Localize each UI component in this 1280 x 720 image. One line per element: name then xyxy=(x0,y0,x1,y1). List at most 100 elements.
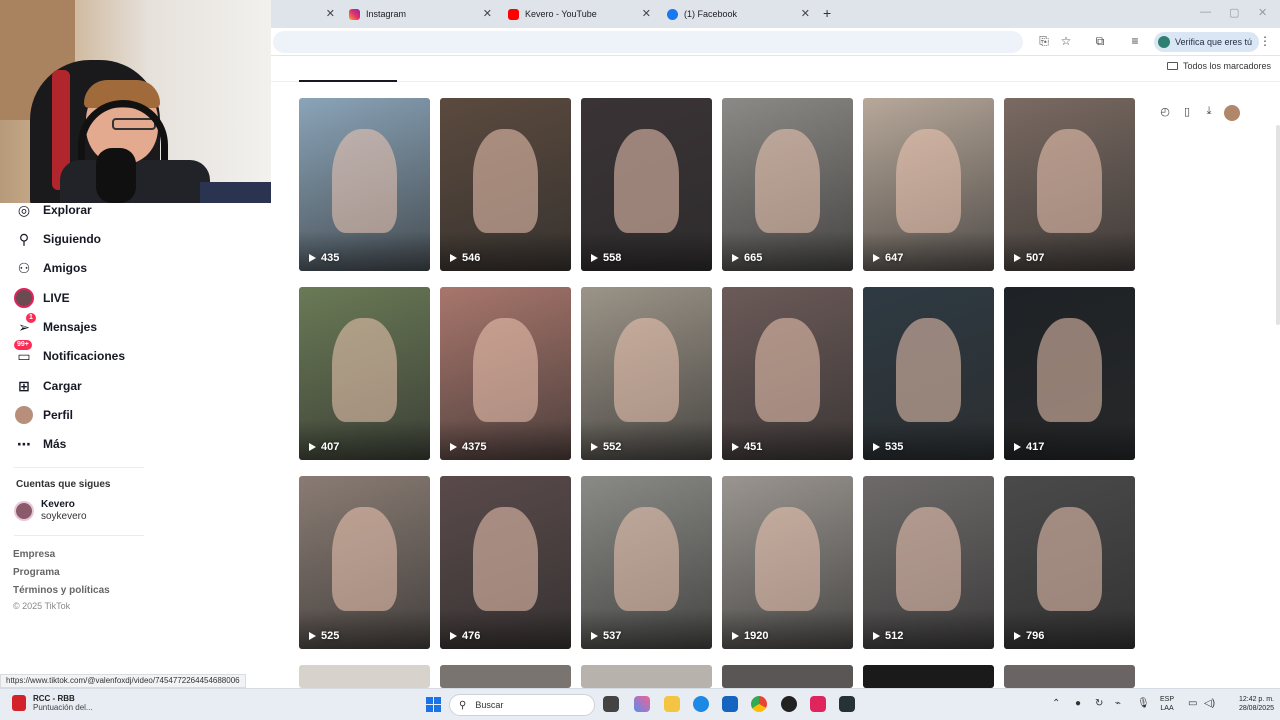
copilot-icon[interactable] xyxy=(634,696,650,712)
video-card[interactable] xyxy=(722,665,853,688)
video-card[interactable] xyxy=(863,665,994,688)
video-card[interactable]: 476 xyxy=(440,476,571,649)
video-card[interactable]: 417 xyxy=(1004,287,1135,460)
close-icon[interactable]: ✕ xyxy=(326,7,335,20)
live-icon-wrap xyxy=(14,288,34,308)
taskbar-app-info[interactable]: RCC - RBB Puntuación del... xyxy=(12,694,93,712)
compass-icon: ◎ xyxy=(17,201,31,218)
play-icon xyxy=(732,254,739,262)
verify-button[interactable]: Verifica que eres tú xyxy=(1154,32,1260,52)
download-icon[interactable]: ⤓ xyxy=(1198,105,1220,121)
close-icon[interactable]: ✕ xyxy=(642,7,651,20)
close-window-icon[interactable]: ✕ xyxy=(1258,6,1267,19)
file-explorer-icon[interactable] xyxy=(664,696,680,712)
video-card[interactable]: 535 xyxy=(863,287,994,460)
video-card[interactable]: 4375 xyxy=(440,287,571,460)
close-icon[interactable]: ✕ xyxy=(483,7,492,20)
video-card[interactable]: 665 xyxy=(722,98,853,271)
video-card[interactable]: 537 xyxy=(581,476,712,649)
video-card[interactable]: 1920 xyxy=(722,476,853,649)
edge-icon[interactable] xyxy=(693,696,709,712)
instagram-icon xyxy=(349,8,360,20)
play-icon xyxy=(450,632,457,640)
media-icon[interactable]: ≡ xyxy=(1128,34,1142,48)
video-card[interactable]: 507 xyxy=(1004,98,1135,271)
avatar[interactable] xyxy=(1224,105,1240,121)
tiktok-coin-icon[interactable]: ◴ xyxy=(1154,105,1176,121)
active-tab-underline xyxy=(299,80,397,82)
scrollbar[interactable] xyxy=(1276,125,1280,325)
sidebar-item-mas[interactable]: ⋯ Más xyxy=(14,433,66,455)
video-card[interactable] xyxy=(299,665,430,688)
star-icon[interactable]: ☆ xyxy=(1059,34,1073,48)
store-icon[interactable] xyxy=(722,696,738,712)
kebab-menu-icon[interactable]: ⋮ xyxy=(1258,34,1272,48)
webcam-overlay xyxy=(0,0,271,203)
tray-app-icon[interactable]: ● xyxy=(1075,698,1081,709)
tab-blank[interactable]: ✕ xyxy=(275,2,335,26)
video-card[interactable]: 796 xyxy=(1004,476,1135,649)
extensions-icon[interactable]: ⧉ xyxy=(1093,34,1107,49)
sidebar-item-live[interactable]: LIVE xyxy=(14,287,70,309)
video-card[interactable]: 525 xyxy=(299,476,430,649)
video-card[interactable] xyxy=(1004,665,1135,688)
all-bookmarks-button[interactable]: Todos los marcadores xyxy=(1166,61,1271,71)
following-account[interactable]: Kevero soykevero xyxy=(14,499,87,523)
windows-start-icon[interactable] xyxy=(426,697,441,712)
language-indicator[interactable]: ESP LAA xyxy=(1160,695,1174,713)
footer-link-terminos[interactable]: Términos y políticas xyxy=(13,585,110,596)
minimize-icon[interactable]: — xyxy=(1200,6,1211,18)
sidebar-item-perfil[interactable]: Perfil xyxy=(14,404,73,426)
notifications-badge: 99+ xyxy=(14,340,32,350)
chrome-icon[interactable] xyxy=(751,696,767,712)
sidebar-item-label: Cargar xyxy=(43,379,82,393)
video-card[interactable]: 647 xyxy=(863,98,994,271)
sidebar-item-siguiendo[interactable]: ⚲ Siguiendo xyxy=(14,228,101,250)
capcut-icon[interactable] xyxy=(839,696,855,712)
tiktok-app-icon[interactable] xyxy=(810,696,826,712)
upload-icon: ⊞ xyxy=(18,377,30,394)
microphone-icon[interactable]: 🎙 xyxy=(1137,698,1150,709)
video-card[interactable]: 546 xyxy=(440,98,571,271)
address-bar: ⎘ ☆ ⧉ ≡ Verifica que eres tú ⋮ xyxy=(271,28,1280,56)
tray-sync-icon[interactable]: ↻ xyxy=(1095,698,1103,709)
video-card[interactable]: 512 xyxy=(863,476,994,649)
obs-icon[interactable] xyxy=(781,696,797,712)
video-card[interactable]: 435 xyxy=(299,98,430,271)
tray-network-icon[interactable]: ⌁ xyxy=(1115,698,1121,709)
new-tab-button[interactable]: + xyxy=(823,5,831,21)
volume-icon[interactable]: ◁) xyxy=(1204,698,1215,709)
sidebar-item-notificaciones[interactable]: ▭ 99+ Notificaciones xyxy=(14,340,125,367)
install-app-icon[interactable]: ⎘ xyxy=(1037,34,1051,49)
url-input[interactable] xyxy=(273,31,1023,53)
phone-icon[interactable]: ▯ xyxy=(1176,105,1198,121)
video-card[interactable]: 407 xyxy=(299,287,430,460)
footer-link-programa[interactable]: Programa xyxy=(13,567,60,578)
close-icon[interactable]: ✕ xyxy=(801,7,810,20)
sidebar-item-mensajes[interactable]: ➢ 1 Mensajes xyxy=(14,313,97,338)
thumbnail-shade xyxy=(863,231,994,271)
play-icon xyxy=(732,632,739,640)
sidebar-item-explorar[interactable]: ◎ Explorar xyxy=(14,199,92,221)
display-icon[interactable]: ▭ xyxy=(1188,698,1197,709)
video-card[interactable]: 558 xyxy=(581,98,712,271)
footer-link-empresa[interactable]: Empresa xyxy=(13,549,55,560)
chevron-up-icon[interactable]: ⌃ xyxy=(1052,698,1060,709)
video-card[interactable]: 552 xyxy=(581,287,712,460)
tab-facebook[interactable]: (1) Facebook ✕ xyxy=(667,2,810,26)
task-view-icon[interactable] xyxy=(603,696,619,712)
clock[interactable]: 12:42 p. m. 28/08/2025 xyxy=(1222,695,1274,713)
sidebar-item-cargar[interactable]: ⊞ Cargar xyxy=(14,375,82,397)
tab-instagram[interactable]: Instagram ✕ xyxy=(349,2,492,26)
tab-youtube[interactable]: Kevero - YouTube ✕ xyxy=(508,2,651,26)
video-card[interactable] xyxy=(440,665,571,688)
view-count-value: 417 xyxy=(1026,441,1045,453)
view-count: 476 xyxy=(450,630,480,642)
maximize-icon[interactable]: ▢ xyxy=(1229,6,1239,19)
bell-icon: ▭ 99+ xyxy=(14,340,34,366)
view-count-value: 796 xyxy=(1026,630,1045,642)
video-card[interactable] xyxy=(581,665,712,688)
sidebar-item-amigos[interactable]: ⚇ Amigos xyxy=(14,257,87,279)
taskbar-search-input[interactable]: ⚲ Buscar xyxy=(449,694,595,716)
video-card[interactable]: 451 xyxy=(722,287,853,460)
